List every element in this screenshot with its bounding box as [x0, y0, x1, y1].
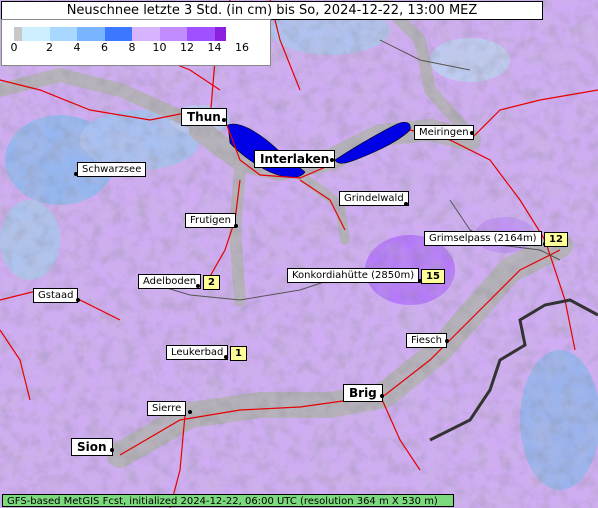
legend-tick-label: 8 [128, 41, 136, 54]
place-label[interactable]: Grimselpass (2164m) [424, 231, 542, 246]
legend-color-swatch [187, 27, 215, 41]
place-label[interactable]: Sion [71, 438, 113, 456]
place-marker-dot [222, 118, 226, 122]
legend-tick-label: 12 [180, 41, 194, 54]
legend-color-swatch [77, 27, 105, 41]
place-marker-dot [224, 355, 228, 359]
place-marker-dot [404, 202, 408, 206]
map-title: Neuschnee letzte 3 Std. (in cm) bis So, … [1, 1, 543, 20]
legend-color-swatch [214, 27, 226, 41]
place-marker-dot [196, 284, 200, 288]
snowfall-value-badge: 1 [230, 346, 247, 361]
place-marker-dot [76, 298, 80, 302]
legend-tick-label: 14 [207, 41, 222, 54]
place-label[interactable]: Meiringen [414, 125, 474, 140]
snowfall-value-badge: 2 [203, 275, 220, 290]
legend-color-swatch [159, 27, 187, 41]
legend-color-swatch [132, 27, 160, 41]
snowfall-value-badge: 12 [544, 232, 568, 247]
place-label[interactable]: Sierre [147, 401, 187, 416]
legend-tick-label: 4 [73, 41, 81, 54]
legend-tick-label: 10 [152, 41, 167, 54]
legend-color-bar [14, 27, 259, 41]
map[interactable] [0, 0, 598, 508]
place-label[interactable]: Schwarzsee [77, 162, 147, 177]
snowfall-map-canvas [0, 0, 598, 508]
place-label[interactable]: Interlaken [254, 150, 336, 168]
place-marker-dot [380, 394, 384, 398]
place-marker-dot [234, 224, 238, 228]
place-marker-dot [470, 131, 474, 135]
place-marker-dot [74, 172, 78, 176]
legend-color-swatch [14, 27, 22, 41]
place-label[interactable]: Fiesch [406, 333, 448, 348]
place-marker-dot [445, 339, 449, 343]
place-label[interactable]: Adelboden [138, 274, 202, 289]
place-label[interactable]: Brig [343, 384, 383, 402]
legend: 0 2 4 6 8 10 12 14 16 [1, 19, 271, 66]
place-label[interactable]: Grindelwald [339, 191, 409, 206]
place-marker-dot [110, 448, 114, 452]
legend-color-swatch [22, 27, 50, 41]
place-marker-dot [330, 158, 334, 162]
legend-tick-label: 2 [46, 41, 53, 54]
legend-tick-label: 16 [235, 41, 249, 54]
legend-color-swatch [49, 27, 77, 41]
legend-tick-label: 0 [10, 41, 18, 54]
legend-color-swatch [104, 27, 132, 41]
place-label[interactable]: Thun [181, 108, 227, 126]
place-label[interactable]: Konkordiahütte (2850m) [287, 268, 420, 283]
place-marker-dot [188, 410, 192, 414]
place-label[interactable]: Gstaad [33, 288, 79, 303]
legend-tick-label: 6 [101, 41, 108, 54]
model-info-footer: GFS-based MetGIS Fcst, initialized 2024-… [2, 494, 454, 507]
place-label[interactable]: Frutigen [185, 213, 237, 228]
snowfall-value-badge: 15 [421, 269, 445, 284]
place-label[interactable]: Leukerbad [166, 345, 229, 360]
